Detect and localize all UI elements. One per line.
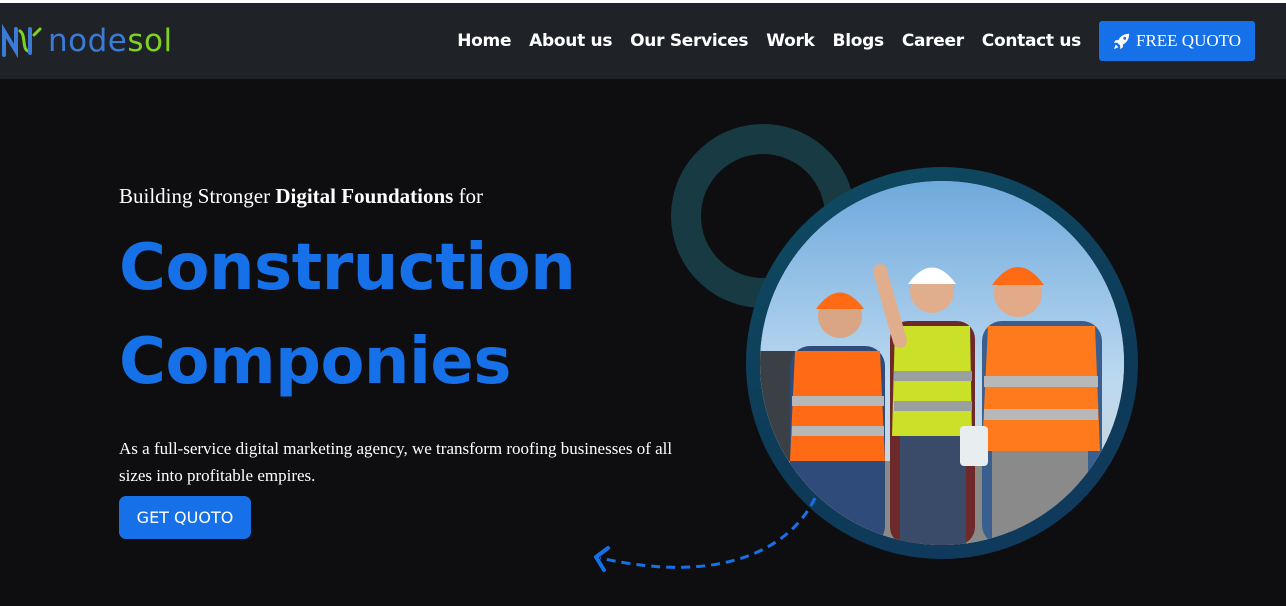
hero-headline: Construction Componies xyxy=(119,221,719,409)
hero-kicker-pre: Building Stronger xyxy=(119,184,276,208)
nav-link-career[interactable]: Career xyxy=(902,31,964,51)
hero-headline-line2: Componies xyxy=(119,325,511,399)
nav-link-contact-us[interactable]: Contact us xyxy=(982,31,1082,51)
navbar: nodesol Home About us Our Services Work … xyxy=(0,3,1286,79)
logo[interactable]: nodesol xyxy=(0,21,173,61)
hero-headline-line1: Construction xyxy=(119,231,576,305)
nav-link-home[interactable]: Home xyxy=(457,31,511,51)
logo-text: nodesol xyxy=(48,21,173,61)
main-nav: Home About us Our Services Work Blogs Ca… xyxy=(457,21,1255,61)
hero-kicker-post: for xyxy=(453,184,484,208)
dashed-arrow-icon xyxy=(594,497,817,572)
free-quote-label: FREE QUOTO xyxy=(1136,31,1241,50)
hero-description: As a full-service digital marketing agen… xyxy=(119,439,673,485)
rocket-icon xyxy=(1113,33,1130,50)
nav-link-about-us[interactable]: About us xyxy=(529,31,612,51)
free-quote-button[interactable]: FREE QUOTO xyxy=(1099,21,1255,61)
hero-kicker: Building Stronger Digital Foundations fo… xyxy=(119,184,719,209)
logo-text-node: node xyxy=(48,23,128,59)
get-quote-button[interactable]: GET QUOTO xyxy=(119,496,251,539)
logo-mark-icon xyxy=(1,23,42,59)
nav-link-blogs[interactable]: Blogs xyxy=(833,31,885,51)
nav-link-our-services[interactable]: Our Services xyxy=(630,31,748,51)
hero-text: Building Stronger Digital Foundations fo… xyxy=(119,184,719,506)
nav-link-work[interactable]: Work xyxy=(766,31,815,51)
logo-text-sol: sol xyxy=(127,23,173,59)
hero-kicker-bold: Digital Foundations xyxy=(275,184,454,208)
